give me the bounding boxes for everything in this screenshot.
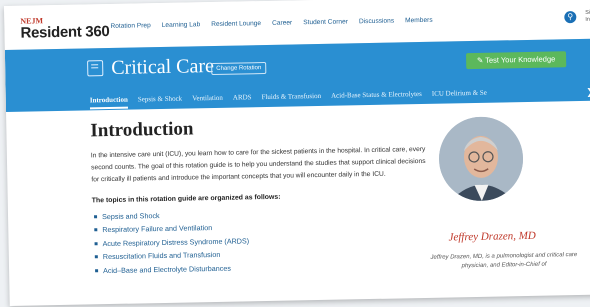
sign-in-fragment-2: In (585, 16, 590, 23)
change-rotation-button[interactable]: Change Rotation (211, 61, 267, 76)
tab-ards[interactable]: ARDS (233, 93, 252, 106)
tab-acid-base[interactable]: Acid-Base Status & Electrolytes (331, 90, 422, 105)
intro-paragraph: In the intensive care unit (ICU), you le… (90, 145, 426, 184)
nav-item-discussions[interactable]: Discussions (359, 18, 394, 26)
topics-list: Sepsis and Shock Respiratory Failure and… (92, 203, 433, 277)
tab-fluids-transfusion[interactable]: Fluids & Transfusion (261, 92, 321, 106)
tab-sepsis-shock[interactable]: Sepsis & Shock (138, 95, 183, 109)
page-title: Introduction (90, 118, 194, 142)
search-icon[interactable]: ⚲ (564, 11, 577, 24)
browser-page: NEJM Resident 360 Rotation Prep Learning… (4, 0, 590, 306)
sign-in-fragment-1: Si (585, 9, 590, 16)
test-knowledge-button[interactable]: ✎ Test Your Knowledge (465, 51, 567, 70)
rotation-tabs: Introduction Sepsis & Shock Ventilation … (89, 89, 497, 110)
nav-item-rotation-prep[interactable]: Rotation Prep (110, 22, 150, 30)
rotation-title: Critical Care (110, 54, 215, 79)
chevron-right-icon[interactable]: ❯ (586, 87, 590, 98)
rotation-guide-icon (87, 60, 104, 77)
rotation-hero: Critical Care Change Rotation ✎ Test You… (4, 38, 590, 112)
main-nav: Rotation Prep Learning Lab Resident Loun… (110, 17, 443, 30)
tab-ventilation[interactable]: Ventilation (192, 94, 223, 108)
nav-item-resident-lounge[interactable]: Resident Lounge (211, 20, 261, 28)
author-photo-icon (438, 116, 524, 202)
tab-icu-delirium[interactable]: ICU Delirium & Se (432, 89, 487, 103)
main-content: Introduction In the intensive care unit … (90, 110, 433, 278)
nav-item-student-corner[interactable]: Student Corner (303, 18, 348, 26)
tab-introduction[interactable]: Introduction (89, 95, 128, 110)
nav-item-career[interactable]: Career (272, 19, 292, 26)
nav-item-learning-lab[interactable]: Learning Lab (162, 21, 201, 29)
author-bio: Jeffrey Drazen, MD, is a pulmonologist a… (430, 252, 578, 270)
author-portrait (438, 116, 524, 202)
author-signature: Jeffrey Drazen, MD (448, 229, 536, 244)
sign-in-link[interactable]: Si In (585, 10, 590, 23)
site-logo[interactable]: NEJM Resident 360 (20, 16, 109, 42)
logo-name: Resident 360 (20, 22, 110, 42)
topics-heading: The topics in this rotation guide are or… (91, 193, 281, 204)
nav-item-members[interactable]: Members (405, 17, 433, 25)
